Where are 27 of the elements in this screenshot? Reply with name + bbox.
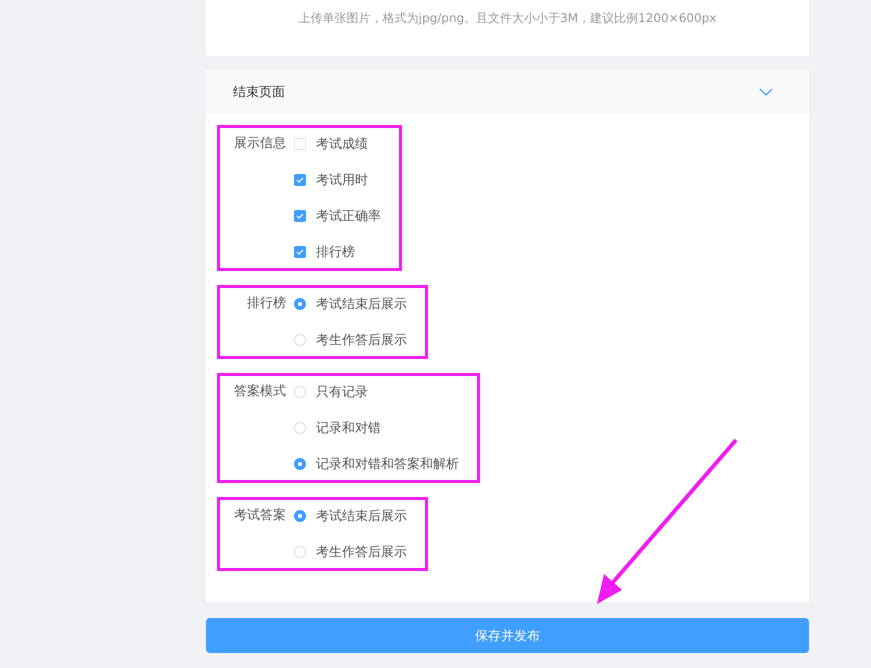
- upload-hint: 上传单张图片，格式为jpg/png。且文件大小小于3M，建议比例1200×600px: [298, 10, 716, 27]
- checkbox[interactable]: [294, 174, 306, 186]
- option-label[interactable]: 考生作答后展示: [316, 543, 407, 561]
- check-icon: [296, 249, 304, 255]
- option-label[interactable]: 考试用时: [316, 171, 368, 189]
- section-header[interactable]: 结束页面: [206, 70, 809, 113]
- option-label[interactable]: 考试正确率: [316, 207, 381, 225]
- radio-button[interactable]: [294, 510, 306, 522]
- checkbox[interactable]: [294, 246, 306, 258]
- option-label[interactable]: 考生作答后展示: [316, 331, 407, 349]
- field-label: 排行榜: [246, 295, 286, 313]
- option-label[interactable]: 考试结束后展示: [316, 295, 407, 313]
- check-icon: [296, 177, 304, 183]
- field-label: 答案模式: [233, 383, 286, 401]
- option-label[interactable]: 排行榜: [316, 243, 355, 261]
- option-label[interactable]: 记录和对错和答案和解析: [316, 455, 459, 473]
- field-label: 展示信息: [233, 135, 286, 153]
- section-title: 结束页面: [233, 84, 285, 100]
- option-label[interactable]: 考试结束后展示: [316, 507, 407, 525]
- option-label[interactable]: 记录和对错: [316, 419, 381, 437]
- checkbox[interactable]: [294, 210, 306, 222]
- field-label: 考试答案: [233, 507, 286, 525]
- option-label[interactable]: 考试成绩: [316, 135, 368, 153]
- radio-button[interactable]: [294, 298, 306, 310]
- radio-button[interactable]: [294, 458, 306, 470]
- check-icon: [296, 213, 304, 219]
- option-label[interactable]: 只有记录: [316, 383, 368, 401]
